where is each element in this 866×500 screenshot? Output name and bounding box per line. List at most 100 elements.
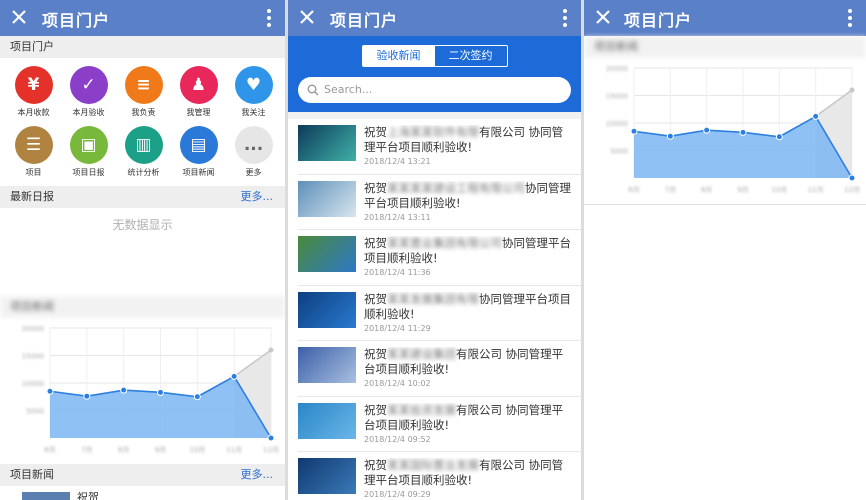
data-point	[849, 87, 855, 93]
news-date: 2018/12/4 09:29	[364, 490, 431, 499]
news-item[interactable]: 祝贺某某发展集团有限协同管理平台项目顺利验收! 2018/12/4 11:29	[298, 286, 581, 341]
shortcut-label: 统计分析	[127, 168, 160, 177]
search-bar: Search...	[288, 72, 581, 112]
news-title: 祝贺某某投资发展有限公司 协同管理平台项目顺利验收!	[364, 403, 573, 433]
y-tick-label: 15000	[22, 353, 44, 361]
news-item[interactable]: 祝贺某某建设集团有限公司 协同管理平台项目顺利验收! 2018/12/4 10:0…	[298, 341, 581, 397]
news-prefix: 祝贺	[364, 180, 387, 195]
news-thumbnail	[298, 236, 356, 272]
shortcut-item[interactable]: ¥ 本月收款	[6, 66, 61, 120]
news-date: 2018/12/4 13:21	[364, 157, 431, 166]
news-item[interactable]: 祝贺某某置业集团有限公司协同管理平台项目顺利验收! 2018/12/4 11:36	[298, 230, 581, 286]
yen-icon: ¥	[14, 66, 53, 104]
news-prefix: 祝贺	[364, 347, 387, 361]
news-item[interactable]: 祝贺某某投资发展有限公司 协同管理平台项目顺利验收! 2018/12/4 09:5…	[298, 397, 581, 452]
section-title: 项目新闻	[10, 468, 54, 481]
news-thumbnail	[298, 347, 356, 383]
news-list: 祝贺上海某某软件有限有限公司 协同管理平台项目顺利验收! 2018/12/4 13…	[288, 119, 581, 500]
x-tick-label: 10月	[189, 446, 205, 454]
more-link[interactable]: 更多...	[241, 464, 274, 486]
chart-card: 5000 10000 15000 20000 6月 7月 8月 9月 10月 11月 12月	[584, 58, 866, 205]
more-link[interactable]: 更多...	[241, 186, 274, 208]
news-prefix: 祝贺	[364, 291, 387, 306]
newspaper-icon: ▤	[179, 126, 218, 164]
news-item[interactable]: 祝贺上海某某软件有限有限公司 协同管理平台项目顺利验收! 2018/12/4 13…	[298, 119, 581, 175]
data-point	[775, 133, 783, 141]
shortcut-item[interactable]: ... 更多	[226, 126, 281, 180]
news-prefix: 祝贺	[364, 125, 387, 139]
news-prefix: 祝贺	[364, 458, 387, 472]
tab-acceptance-news[interactable]: 验收新闻	[362, 46, 435, 66]
news-date: 2018/12/4 11:29	[364, 323, 431, 333]
news-thumb	[22, 492, 70, 500]
data-point	[157, 388, 164, 396]
y-tick-label: 10000	[606, 120, 628, 128]
shortcut-label: 更多	[245, 168, 262, 177]
chart-card: 5000 10000 15000 20000 6月 7月 8月 9月 10月 11月 12月	[0, 318, 285, 464]
news-title: 祝贺某某置业集团有限公司协同管理平台项目顺利验收!	[364, 236, 573, 266]
news-date: 2018/12/4 11:36	[364, 268, 431, 277]
shortcut-item[interactable]: ≡ 我负责	[116, 66, 171, 120]
data-point	[630, 127, 638, 135]
shortcut-item[interactable]: ☰ 项目	[6, 126, 61, 180]
news-company: 某某发展集团有限	[387, 291, 479, 306]
data-point	[848, 174, 856, 182]
shortcut-label: 我负责	[131, 108, 156, 117]
more-vert-icon[interactable]	[267, 8, 271, 28]
shortcut-label: 项目	[25, 168, 42, 177]
news-company: 某某投资发展	[387, 402, 456, 417]
news-item[interactable]: 祝贺某某某某建设工程有限公司协同管理平台项目顺利验收! 2018/12/4 13:…	[298, 175, 581, 230]
news-thumbnail	[298, 125, 356, 161]
more-vert-icon[interactable]	[563, 8, 567, 28]
search-placeholder: Search...	[324, 83, 373, 96]
y-tick-label: 20000	[606, 65, 628, 73]
document-check-icon: ✓	[69, 66, 108, 104]
x-tick-label: 10月	[771, 186, 787, 194]
more-vert-icon[interactable]	[848, 8, 852, 28]
news-company: 某某建设集团	[387, 347, 456, 361]
news-title: 祝贺某某国际置业发展有限公司 协同管理平台项目顺利验收!	[364, 458, 573, 488]
news-date: 2018/12/4 13:11	[364, 212, 431, 222]
tab-second-contract[interactable]: 二次签约	[435, 46, 507, 66]
data-point	[739, 128, 747, 136]
news-date: 2018/12/4 10:02	[364, 379, 431, 388]
news-preview[interactable]: 祝贺	[0, 486, 285, 500]
close-icon[interactable]	[298, 8, 316, 26]
bar-chart-icon: ▥	[124, 126, 163, 164]
close-icon[interactable]	[594, 8, 612, 26]
news-section-header: 项目新闻 更多...	[0, 464, 285, 486]
news-title: 祝贺	[77, 491, 99, 500]
shortcut-label: 项目新闻	[182, 168, 215, 177]
shortcut-label: 本月收款	[17, 108, 50, 117]
data-point	[230, 372, 238, 380]
data-point	[268, 347, 274, 353]
y-tick-label: 5000	[610, 148, 628, 156]
x-tick-label: 11月	[808, 186, 824, 194]
shortcut-item[interactable]: ▣ 项目日报	[61, 126, 116, 180]
shortcut-item[interactable]: ♥ 我关注	[226, 66, 281, 120]
tab-bar: 验收新闻 二次签约	[288, 36, 581, 72]
shortcut-item[interactable]: ♟ 我管理	[171, 66, 226, 120]
search-input[interactable]: Search...	[298, 77, 571, 103]
x-tick-label: 7月	[665, 186, 676, 194]
news-company: 上海某某软件有限	[387, 125, 479, 139]
shortcut-item[interactable]: ▤ 项目新闻	[171, 126, 226, 180]
news-title: 祝贺某某建设集团有限公司 协同管理平台项目顺利验收!	[364, 347, 573, 377]
shortcut-item[interactable]: ▥ 统计分析	[116, 126, 171, 180]
news-title: 祝贺上海某某软件有限有限公司 协同管理平台项目顺利验收!	[364, 125, 573, 155]
x-tick-label: 8月	[701, 186, 712, 194]
header-bar: 项目门户	[288, 0, 581, 36]
news-thumbnail	[298, 458, 356, 494]
shortcut-label: 我管理	[186, 108, 211, 117]
shortcut-item[interactable]: ✓ 本月验收	[61, 66, 116, 120]
news-item[interactable]: 祝贺某某国际置业发展有限公司 协同管理平台项目顺利验收! 2018/12/4 09…	[298, 452, 581, 500]
report-icon: ▣	[69, 126, 108, 164]
page-title: 项目门户	[42, 11, 111, 30]
y-tick-label: 15000	[606, 93, 628, 101]
list-person-icon: ≡	[124, 66, 163, 104]
x-tick-label: 11月	[226, 446, 242, 454]
x-tick-label: 6月	[628, 186, 639, 194]
portal-panel: 项目门户 项目门户 ¥ 本月收款 ✓ 本月验收 ≡ 我负责 ♟ 我管理 ♥ 我关注 ☰ 项目 ▣ 项目日报…	[0, 0, 285, 500]
close-icon[interactable]	[10, 8, 28, 26]
data-point	[812, 112, 820, 120]
